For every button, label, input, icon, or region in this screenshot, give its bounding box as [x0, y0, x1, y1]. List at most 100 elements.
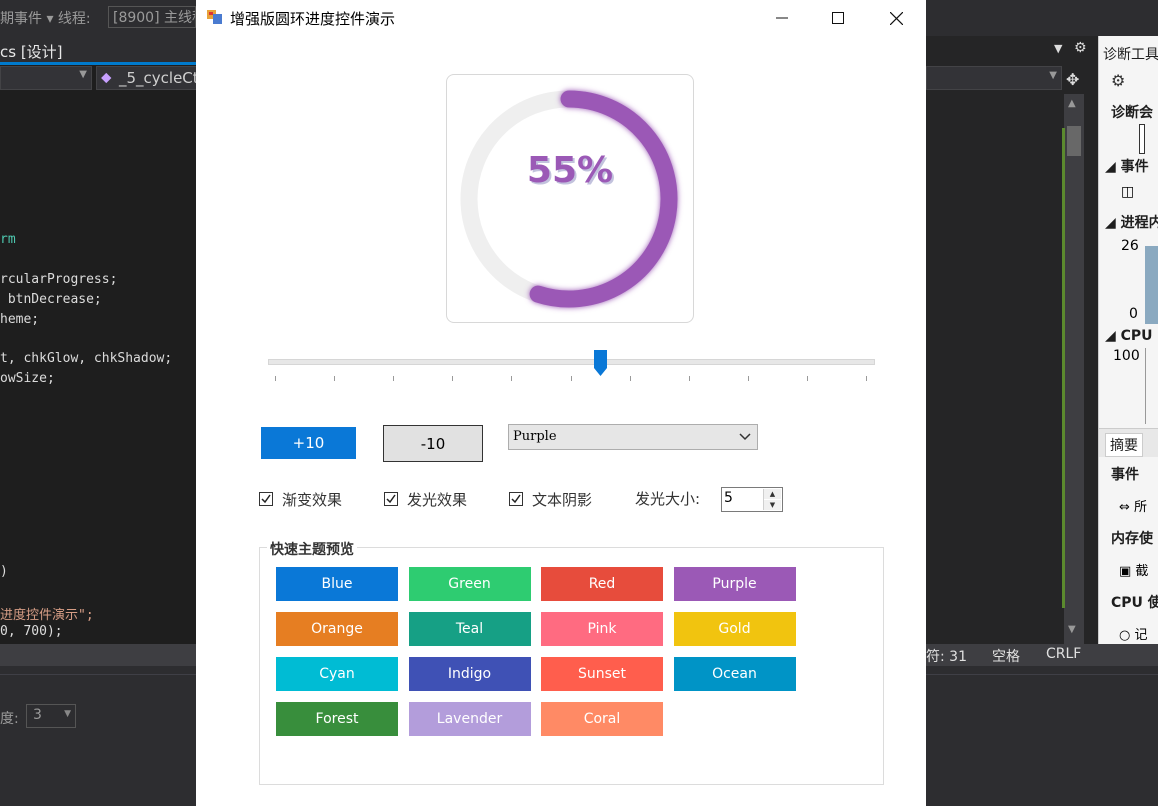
app-icon — [207, 10, 222, 24]
type-combo[interactable]: ▼ — [0, 66, 92, 90]
decrease-button[interactable]: -10 — [383, 425, 483, 462]
progress-percent-text: 55% — [526, 150, 614, 191]
status-chars: 符: 31 — [926, 649, 967, 665]
code-line: rm — [0, 232, 16, 247]
code-editor[interactable]: rm rcularProgress; btnDecrease; heme; t,… — [0, 92, 200, 644]
right-combo[interactable]: ▼ — [926, 66, 1062, 90]
minimize-icon — [776, 17, 788, 19]
status-crlf[interactable]: CRLF — [1046, 646, 1081, 662]
code-line: rcularProgress; — [0, 272, 118, 287]
theme-button-green[interactable]: Green — [408, 567, 531, 601]
checkbox-checked[interactable] — [384, 492, 398, 506]
tab-summary[interactable]: 摘要 — [1105, 433, 1143, 457]
axis-label: 100 — [1113, 348, 1140, 364]
diag-session: 诊断会 — [1111, 105, 1153, 121]
code-line: 0, 700); — [0, 624, 63, 639]
slider-tick — [629, 376, 631, 381]
member-combo[interactable]: ⬥ _5_cycleCt — [96, 66, 200, 90]
chk-shadow-label: 文本阴影 — [532, 490, 593, 509]
depth-combo[interactable]: 3 ▼ — [26, 704, 76, 728]
columns-icon[interactable]: ◫ — [1121, 184, 1134, 200]
theme-button-pink[interactable]: Pink — [541, 612, 663, 646]
theme-button-sunset[interactable]: Sunset — [541, 657, 663, 691]
spin-up-icon[interactable]: ▲ — [764, 489, 781, 499]
diag-snapshot-item[interactable]: ▣ 截 — [1119, 560, 1148, 579]
minimize-button[interactable] — [754, 0, 810, 36]
diag-all-item[interactable]: ⇔ 所 — [1119, 496, 1147, 515]
theme-button-indigo[interactable]: Indigo — [408, 657, 531, 691]
thread-combo[interactable]: [8900] 主线程 — [108, 6, 196, 28]
diag-memory: 内存使 — [1111, 531, 1153, 547]
code-line: ) — [0, 564, 8, 579]
diag-cpu-use: CPU 使 — [1111, 595, 1158, 611]
panel-header: ▼ ⚙ — [926, 36, 1098, 64]
progress-slider[interactable] — [268, 346, 878, 386]
close-button[interactable] — [868, 0, 924, 36]
split-icon[interactable]: ✥ — [1066, 70, 1079, 89]
glow-size-input[interactable]: 5 ▲ ▼ — [721, 487, 783, 512]
spinner[interactable]: ▲ ▼ — [763, 489, 781, 510]
demo-window: 增强版圆环进度控件演示 55% +10 -10 Purple 渐变效果 发光效果… — [196, 0, 926, 806]
theme-button-red[interactable]: Red — [541, 567, 663, 601]
circular-progress: 55% — [446, 74, 694, 323]
theme-button-coral[interactable]: Coral — [541, 702, 663, 736]
dropdown-arrow-icon[interactable]: ▼ — [1054, 42, 1062, 55]
diag-record-item[interactable]: ○ 记 — [1119, 624, 1148, 643]
chevron-down-icon: ▼ — [64, 709, 71, 719]
slider-thumb[interactable] — [594, 350, 608, 376]
scroll-up-icon[interactable]: ▲ — [1068, 98, 1076, 109]
designer-tab-label: cs [设计] — [0, 43, 63, 61]
scrollbar-thumb[interactable] — [1067, 126, 1081, 156]
status-space[interactable]: 空格 — [992, 646, 1020, 666]
theme-button-ocean[interactable]: Ocean — [673, 657, 796, 691]
theme-button-forest[interactable]: Forest — [276, 702, 398, 736]
diag-all-label: 所 — [1134, 500, 1148, 515]
diagnostic-tools-panel: 诊断工具 ⚙ 诊断会 ◢ 事件 ◫ ◢ 进程内 26 0 ◢ CPU 100 摘… — [1098, 36, 1158, 666]
vertical-scrollbar[interactable]: ▲ ▼ — [1064, 94, 1084, 664]
check-icon — [261, 494, 271, 504]
glow-size-label: 发光大小: — [635, 490, 701, 508]
diag-snapshot-label: 截 — [1135, 564, 1149, 579]
theme-button-lavender[interactable]: Lavender — [408, 702, 531, 736]
slider-track[interactable] — [268, 359, 875, 365]
theme-group-title: 快速主题预览 — [267, 539, 357, 559]
theme-select-value: Purple — [513, 429, 557, 444]
designer-tab[interactable]: cs [设计] — [0, 36, 200, 64]
settings-icon[interactable]: ⚙ — [1111, 71, 1125, 90]
code-line: owSize; — [0, 371, 55, 386]
theme-button-orange[interactable]: Orange — [276, 612, 398, 646]
check-icon — [386, 494, 396, 504]
theme-select[interactable]: Purple — [508, 424, 758, 450]
title-bar[interactable]: 增强版圆环进度控件演示 — [196, 0, 926, 36]
checkbox-checked[interactable] — [259, 492, 273, 506]
chk-shadow[interactable]: 文本阴影 — [509, 488, 592, 510]
checkbox-checked[interactable] — [509, 492, 523, 506]
increase-button[interactable]: +10 — [261, 427, 356, 459]
theme-button-purple[interactable]: Purple — [673, 567, 796, 601]
camera-icon: ▣ — [1119, 564, 1136, 579]
chk-glow[interactable]: 发光效果 — [384, 488, 467, 510]
spin-down-icon[interactable]: ▼ — [764, 500, 781, 510]
progress-arc — [529, 90, 678, 308]
axis-label: 26 — [1121, 238, 1139, 254]
diag-cpu: ◢ CPU — [1105, 328, 1153, 344]
scroll-down-icon[interactable]: ▼ — [1068, 624, 1076, 635]
maximize-button[interactable] — [810, 0, 866, 36]
diag-title: 诊断工具 — [1103, 47, 1158, 63]
slider-tick — [511, 376, 513, 381]
theme-button-gold[interactable]: Gold — [673, 612, 796, 646]
axis-label: 0 — [1129, 306, 1138, 322]
chevron-down-icon: ▼ — [1049, 70, 1057, 81]
gear-icon[interactable]: ⚙ — [1074, 40, 1087, 56]
theme-button-teal[interactable]: Teal — [408, 612, 531, 646]
maximize-icon — [832, 12, 844, 24]
member-combo-label: _5_cycleCt — [119, 69, 199, 87]
chk-gradient[interactable]: 渐变效果 — [259, 488, 342, 510]
theme-button-cyan[interactable]: Cyan — [276, 657, 398, 691]
slider-tick — [806, 376, 808, 381]
theme-button-blue[interactable]: Blue — [276, 567, 398, 601]
glow-size-value[interactable]: 5 — [724, 490, 733, 506]
depth-value: 3 — [33, 707, 42, 723]
ide-event-label: 期事件 ▾ 线程: — [0, 11, 91, 27]
class-icon: ⬥ — [101, 68, 112, 86]
